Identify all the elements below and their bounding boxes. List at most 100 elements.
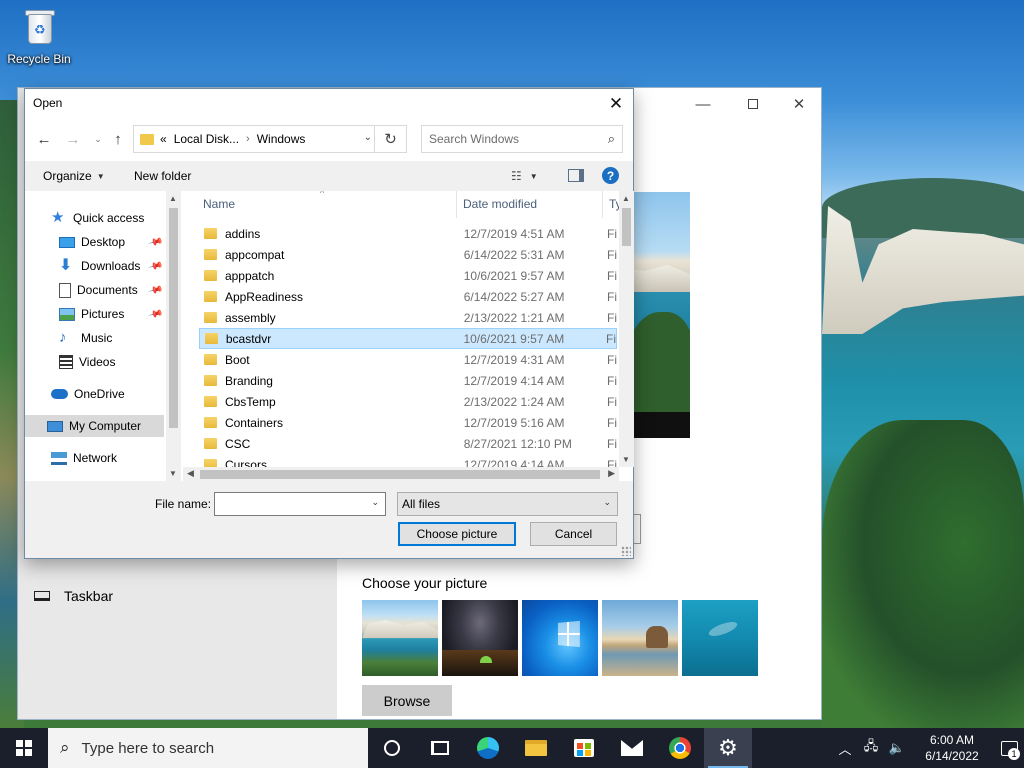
forward-button[interactable]: → — [64, 129, 82, 149]
file-row[interactable]: Branding 12/7/2019 4:14 AM Fi — [199, 370, 617, 391]
action-center-button[interactable]: 1 — [994, 728, 1024, 768]
file-row[interactable]: addins 12/7/2019 4:51 AM Fi — [199, 223, 617, 244]
recent-locations-button[interactable]: ⌄ — [89, 129, 107, 149]
file-date: 8/27/2021 12:10 PM — [463, 436, 572, 451]
folder-icon — [204, 291, 217, 302]
thumbnail-underwater[interactable] — [682, 600, 758, 676]
close-button[interactable]: ✕ — [776, 92, 822, 116]
nav-item-documents[interactable]: Documents — [59, 279, 138, 301]
nav-item-pictures[interactable]: Pictures — [59, 303, 124, 325]
notification-count: 1 — [1008, 748, 1020, 760]
edge-button[interactable] — [464, 728, 512, 768]
command-bar: Organize ▼ New folder ☷ ▼ ? — [25, 161, 633, 191]
column-header-name[interactable]: ^ Name — [183, 191, 457, 218]
address-dropdown-icon[interactable]: ⌄ — [364, 132, 372, 143]
back-button[interactable]: ← — [35, 129, 53, 149]
scroll-up-icon[interactable]: ▲ — [169, 194, 177, 203]
minimize-button[interactable]: — — [680, 92, 726, 116]
file-type: Fi — [607, 268, 618, 283]
scroll-up-icon[interactable]: ▲ — [622, 194, 630, 203]
file-type: Fi — [607, 226, 618, 241]
refresh-button[interactable]: ↻ — [374, 125, 406, 153]
file-row[interactable]: appcompat 6/14/2022 5:31 AM Fi — [199, 244, 617, 265]
file-type-select[interactable]: All files ⌄ — [397, 492, 618, 516]
scroll-thumb[interactable] — [169, 208, 178, 428]
chrome-button[interactable] — [656, 728, 704, 768]
file-date: 12/7/2019 5:16 AM — [463, 415, 565, 430]
cancel-button[interactable]: Cancel — [530, 522, 617, 546]
close-icon: ✕ — [792, 96, 806, 113]
start-button[interactable] — [0, 728, 48, 768]
view-options-button[interactable]: ☷ ▼ — [511, 169, 538, 183]
edge-icon — [477, 737, 499, 759]
maximize-button[interactable] — [730, 92, 776, 116]
nav-item-quick-access[interactable]: ★ Quick access — [51, 207, 144, 229]
up-button[interactable]: ↑ — [109, 129, 127, 149]
cortana-button[interactable] — [368, 728, 416, 768]
choose-picture-button[interactable]: Choose picture — [398, 522, 516, 546]
breadcrumb-local-disk[interactable]: Local Disk... — [174, 132, 239, 146]
new-folder-button[interactable]: New folder — [134, 169, 191, 183]
file-row[interactable]: Boot 12/7/2019 4:31 AM Fi — [199, 349, 617, 370]
thumbnail-night-sky[interactable] — [442, 600, 518, 676]
file-date: 2/13/2022 1:24 AM — [463, 394, 565, 409]
scroll-thumb[interactable] — [622, 208, 631, 246]
thumbnail-cliffs[interactable] — [362, 600, 438, 676]
thumbnail-windows-hero[interactable] — [522, 600, 598, 676]
nav-scrollbar[interactable]: ▲ ▼ — [166, 191, 181, 481]
file-row[interactable]: bcastdvr 10/6/2021 9:57 AM Fi — [199, 328, 617, 349]
browse-button[interactable]: Browse — [362, 685, 452, 716]
file-name: Boot — [224, 352, 250, 367]
resize-grip[interactable] — [621, 546, 631, 556]
column-header-date[interactable]: Date modified — [457, 191, 603, 218]
settings-taskbar-button[interactable]: ⚙ — [704, 728, 752, 768]
scroll-left-icon[interactable]: ◀ — [187, 468, 194, 479]
breadcrumb-overflow[interactable]: « — [160, 132, 167, 146]
nav-item-my-computer[interactable]: My Computer — [25, 415, 164, 437]
file-row[interactable]: apppatch 10/6/2021 9:57 AM Fi — [199, 265, 617, 286]
file-explorer-button[interactable] — [512, 728, 560, 768]
nav-label: Quick access — [73, 211, 145, 225]
file-name-input[interactable] — [219, 494, 369, 514]
mail-button[interactable] — [608, 728, 656, 768]
volume-icon[interactable]: 🔈 — [886, 740, 908, 756]
help-icon[interactable]: ? — [602, 167, 619, 184]
scroll-down-icon[interactable]: ▼ — [169, 469, 177, 478]
file-row[interactable]: AppReadiness 6/14/2022 5:27 AM Fi — [199, 286, 617, 307]
scroll-thumb[interactable] — [200, 470, 600, 479]
file-row[interactable]: CbsTemp 2/13/2022 1:24 AM Fi — [199, 391, 617, 412]
folder-icon — [204, 417, 217, 428]
clock-date: 6/14/2022 — [925, 749, 979, 763]
folder-icon — [205, 333, 218, 344]
task-view-button[interactable] — [416, 728, 464, 768]
network-icon[interactable]: 🖧 — [860, 737, 882, 759]
file-list-horizontal-scrollbar[interactable]: ◀ ▶ — [183, 467, 619, 482]
scroll-down-icon[interactable]: ▼ — [622, 455, 630, 464]
clock[interactable]: 6:00 AM 6/14/2022 — [916, 732, 988, 764]
preview-pane-icon[interactable] — [568, 169, 584, 182]
taskbar-search-box[interactable]: ⌕ Type here to search — [48, 728, 368, 768]
chevron-up-icon[interactable]: ︿ — [834, 739, 856, 758]
nav-item-desktop[interactable]: Desktop — [59, 231, 125, 253]
file-row[interactable]: CSC 8/27/2021 12:10 PM Fi — [199, 433, 617, 454]
sidebar-item-taskbar[interactable]: Taskbar — [34, 588, 113, 604]
nav-item-downloads[interactable]: ⬇ Downloads — [59, 255, 140, 277]
scroll-right-icon[interactable]: ▶ — [608, 468, 615, 479]
file-list-vertical-scrollbar[interactable]: ▲ ▼ — [619, 191, 634, 467]
folder-icon — [204, 354, 217, 365]
address-bar[interactable]: « Local Disk... › Windows ⌄ ↻ — [133, 125, 407, 153]
nav-item-music[interactable]: ♪ Music — [59, 327, 112, 349]
nav-item-network[interactable]: Network — [51, 447, 117, 469]
file-row[interactable]: Containers 12/7/2019 5:16 AM Fi — [199, 412, 617, 433]
nav-item-onedrive[interactable]: OneDrive — [51, 383, 125, 405]
store-button[interactable] — [560, 728, 608, 768]
thumbnail-beach-rock[interactable] — [602, 600, 678, 676]
organize-button[interactable]: Organize ▼ — [43, 169, 105, 183]
file-row[interactable]: assembly 2/13/2022 1:21 AM Fi — [199, 307, 617, 328]
recycle-bin-shortcut[interactable]: ♻ Recycle Bin — [4, 6, 74, 66]
breadcrumb-windows[interactable]: Windows — [257, 132, 306, 146]
dialog-close-button[interactable]: ✕ — [599, 89, 633, 118]
chevron-down-icon[interactable]: ⌄ — [371, 497, 379, 508]
search-input[interactable] — [429, 132, 599, 146]
nav-item-videos[interactable]: Videos — [59, 351, 115, 373]
